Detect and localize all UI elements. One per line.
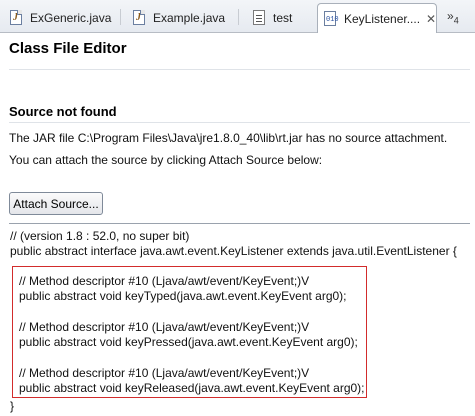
code-line: public abstract void keyPressed(java.awt… [19, 335, 358, 349]
tab-separator [238, 9, 239, 25]
tab-label: ExGeneric.java [30, 10, 112, 25]
code-line: } [10, 399, 15, 413]
divider [9, 69, 470, 70]
tab-keylistener-class[interactable]: 010 KeyListener.... ✕ [317, 3, 437, 33]
tab-label: Example.java [153, 10, 226, 25]
page-title: Class File Editor [9, 40, 127, 57]
tab-label: KeyListener.... [344, 11, 421, 26]
tab-separator [120, 9, 121, 25]
code-line: public abstract void keyReleased(java.aw… [19, 381, 365, 395]
tab-overflow-button[interactable]: »4 [447, 9, 459, 25]
message-line: The JAR file C:\Program Files\Java\jre1.… [9, 131, 448, 145]
class-file-icon: 010 [324, 10, 339, 27]
divider [9, 122, 470, 123]
tab-label: test [273, 10, 293, 25]
close-icon[interactable]: ✕ [426, 12, 436, 26]
code-line: // Method descriptor #10 (Ljava/awt/even… [19, 274, 310, 288]
attach-source-button[interactable]: Attach Source... [9, 192, 103, 215]
tab-exgeneric-java[interactable]: J ExGeneric.java [4, 4, 111, 31]
code-line: // Method descriptor #10 (Ljava/awt/even… [19, 320, 310, 334]
code-line: public abstract void keyTyped(java.awt.e… [19, 289, 347, 303]
java-file-icon: J [133, 9, 147, 26]
java-file-icon: J [10, 9, 24, 26]
message-line: You can attach the source by clicking At… [9, 153, 323, 167]
chevron-right-icon: » [447, 9, 454, 23]
divider [9, 223, 470, 224]
tab-example-java[interactable]: J Example.java [127, 4, 225, 31]
overflow-count: 4 [453, 15, 459, 26]
editor-tab-bar: J ExGeneric.java J Example.java test 010… [0, 0, 475, 33]
code-line: // Method descriptor #10 (Ljava/awt/even… [19, 366, 310, 380]
code-line: // (version 1.8 : 52.0, no super bit) [10, 229, 190, 243]
text-file-icon [253, 9, 267, 26]
tab-test[interactable]: test [247, 4, 292, 31]
code-line: public abstract interface java.awt.event… [10, 244, 457, 258]
section-heading: Source not found [9, 104, 117, 119]
